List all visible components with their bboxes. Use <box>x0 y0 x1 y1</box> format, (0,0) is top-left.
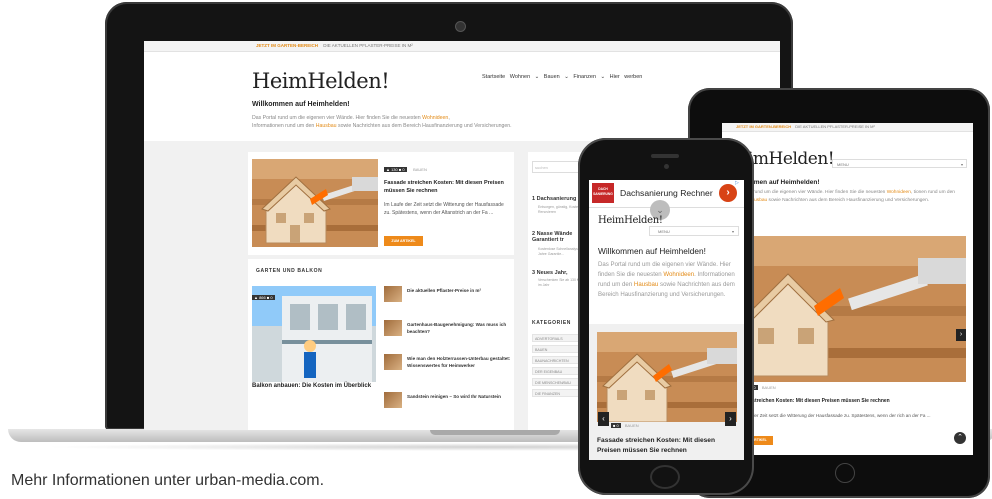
tablet-screen: JETZT IM GARTEN-BEREICH DIE AKTUELLEN PF… <box>722 123 973 455</box>
topbar-tag[interactable]: JETZT IM GARTEN-BEREICH <box>256 43 318 48</box>
garten-meta: ▲ 866 ■ 0 <box>252 295 275 300</box>
phone-next-arrow[interactable]: › <box>725 412 736 426</box>
welcome-heading: Willkommen auf Heimhelden! <box>252 101 350 108</box>
tablet-menu-select[interactable]: MENU ▾ <box>832 159 967 168</box>
featured-image[interactable] <box>252 159 378 247</box>
tablet-topbar: JETZT IM GARTEN-BEREICH DIE AKTUELLEN PF… <box>722 123 973 132</box>
list-item[interactable]: Die aktuellen Pflaster-Preise in m² <box>384 286 512 310</box>
list-thumb <box>384 354 402 370</box>
phone-article-title[interactable]: Fassade streichen Kosten: Mit diesen Pre… <box>597 436 739 456</box>
ad-logo: DACH SANIERUNG <box>592 183 614 203</box>
sidebar-ad-item[interactable]: 3 Neues Jahr, <box>532 270 584 276</box>
site-description: Das Portal rund um die eigenen vier Wänd… <box>252 115 512 129</box>
phone-description: Das Portal rund um die eigenen vier Wänd… <box>598 261 735 298</box>
topbar-tag[interactable]: JETZT IM GARTEN-BEREICH <box>736 124 791 129</box>
link-hausbau[interactable]: Hausbau <box>316 123 337 129</box>
featured-title[interactable]: Fassade streichen Kosten: Mit diesen Pre… <box>384 179 504 195</box>
tablet-featured-image[interactable] <box>748 236 966 382</box>
featured-excerpt: Im Laufe der Zeit setzt die Witterung de… <box>384 202 504 216</box>
phone-featured-image[interactable] <box>597 332 737 422</box>
category-link[interactable]: DER EIGENBAU <box>532 367 584 375</box>
main-nav[interactable]: Startseite Wohnen ⌄ Bauen ⌄ Finanzen ⌄ H… <box>482 74 642 80</box>
list-item[interactable]: Gartenhaus-Baugenehmigung: Was muss ich … <box>384 320 512 344</box>
featured-category[interactable]: BAUEN <box>413 167 427 172</box>
category-link[interactable]: BAUEN <box>532 345 584 353</box>
phone-camera <box>664 164 669 169</box>
tablet-welcome: mmen auf Heimhelden! <box>748 179 820 186</box>
phone-speaker <box>651 154 679 158</box>
link-wohnideen[interactable]: Wohnideen <box>422 115 448 121</box>
phone-prev-arrow[interactable]: ‹ <box>598 412 609 426</box>
phone-menu-select[interactable]: MENU ▾ <box>649 226 739 236</box>
tablet-next-arrow[interactable]: › <box>956 329 966 341</box>
list-thumb <box>384 286 402 302</box>
list-item[interactable]: Sandstein reinigen – So wird Ihr Naturst… <box>384 392 512 416</box>
site-logo[interactable]: HeimHelden! <box>252 69 390 93</box>
list-thumb <box>384 320 402 336</box>
tablet-description: al rund um die eigenen vier Wände. Hier … <box>748 190 955 203</box>
category-link[interactable]: DIE MENSCHEN/BAU <box>532 378 584 386</box>
ad-info-icon[interactable]: ▷ <box>735 180 739 186</box>
sidebar-ad-item[interactable]: 1 Dachsanierung <box>532 196 584 202</box>
tablet-home-button <box>835 463 855 483</box>
category-link[interactable]: ADVERTORIALS <box>532 334 584 342</box>
sidebar-ad-item[interactable]: 2 Nasse Wände Garantiert tr <box>532 231 584 243</box>
featured-meta: ▲ 130 ■ 0 BAUEN <box>384 167 427 172</box>
tablet-excerpt: e der Zeit setzt die Witterung der Hausf… <box>748 413 931 418</box>
category-link[interactable]: DIE FINANZEN <box>532 389 584 397</box>
footer-text: Mehr Informationen unter urban-media.com… <box>11 472 325 489</box>
list-item[interactable]: Wie man den Holzterrassen-Unterbau gesta… <box>384 354 512 378</box>
phone-screen: DACH SANIERUNG Dachsanierung Rechner › ▷… <box>589 180 744 460</box>
phone-home-button <box>650 465 680 489</box>
topbar: JETZT IM GARTEN-BEREICH DIE AKTUELLEN PF… <box>144 41 780 52</box>
phone-meta: ■ 0 BAUEN <box>611 423 639 428</box>
garten-main-title[interactable]: Balkon anbauen: Die Kosten im Überblick <box>252 383 380 389</box>
laptop-notch <box>430 430 560 435</box>
topbar-link[interactable]: DIE AKTUELLEN PFLASTER-PREISE IN M² <box>323 43 413 48</box>
scroll-up-icon[interactable]: ⌃ <box>954 432 966 444</box>
ad-go-icon[interactable]: › <box>719 184 737 202</box>
kategorien-heading: KATEGORIEN <box>532 320 571 326</box>
tablet-logo[interactable]: imHelden! <box>748 149 835 169</box>
garten-heading: GARTEN UND BALKON <box>256 268 323 274</box>
phone-logo[interactable]: HeimHelden! <box>598 215 663 226</box>
phone-welcome: Willkommen auf Heimhelden! <box>598 246 706 256</box>
tablet-article-title[interactable]: e streichen Kosten: Mit diesen Preisen m… <box>748 398 968 404</box>
category-link[interactable]: BAUNACHRICHTEN <box>532 356 584 364</box>
search-input[interactable]: suchen <box>532 161 584 173</box>
read-article-button[interactable]: ZUM ARTIKEL <box>384 236 423 246</box>
ad-text[interactable]: Dachsanierung Rechner <box>620 188 713 198</box>
topbar-link[interactable]: DIE AKTUELLEN PFLASTER-PREISE IN M² <box>795 124 875 129</box>
laptop-camera <box>455 21 466 32</box>
list-thumb <box>384 392 402 408</box>
